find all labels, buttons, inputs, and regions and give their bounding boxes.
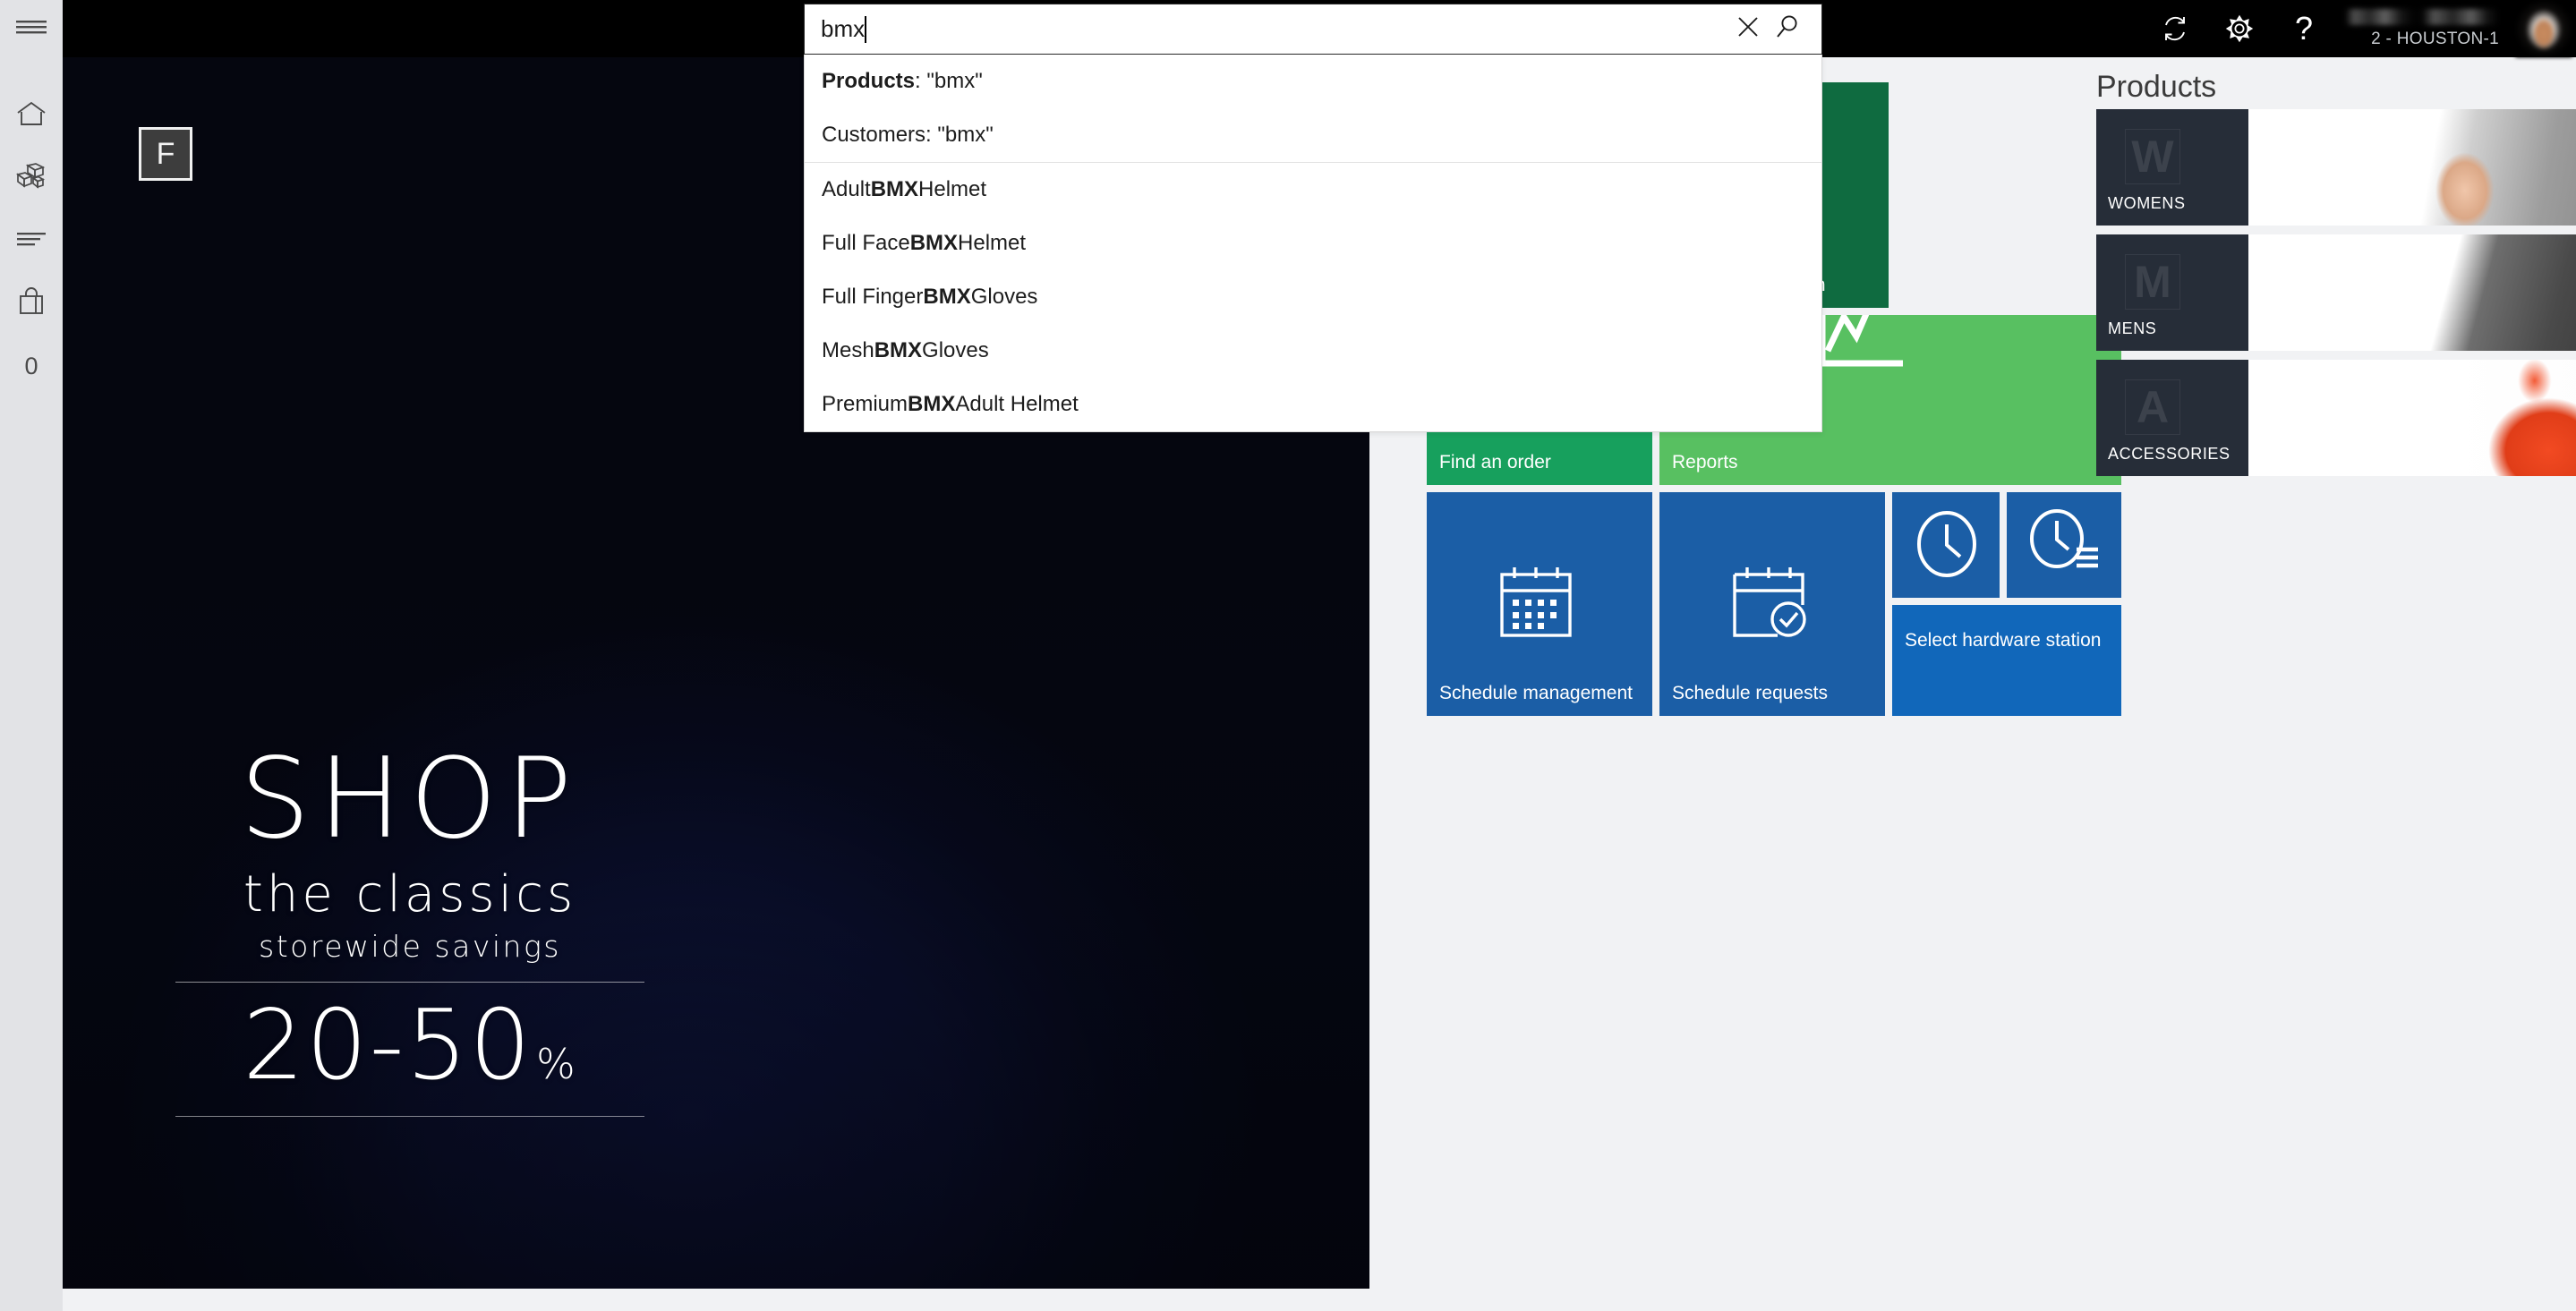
search-suggestions-dropdown: Products: "bmx" Customers: "bmx" Adult B… xyxy=(804,55,1822,432)
cart-count-badge[interactable]: 0 xyxy=(0,335,63,397)
tile-time-clock[interactable] xyxy=(1892,492,2000,598)
global-search: bmx Products: "bmx" Customers: "bmx" Adu… xyxy=(804,4,1822,432)
product-card-womens[interactable]: W WOMENS xyxy=(2096,109,2576,226)
calendar-check-icon xyxy=(1727,564,1812,645)
suggestion-bold: BMX xyxy=(874,338,923,362)
hero-discount: 20-50 % xyxy=(168,990,652,1102)
submit-search-button[interactable] xyxy=(1768,10,1807,49)
journal-icon xyxy=(17,231,46,251)
product-letter-badge: W xyxy=(2125,129,2180,184)
close-icon xyxy=(1736,15,1760,43)
products-panel-title: Products xyxy=(2096,70,2217,104)
suggestion-item[interactable]: Full Face BMX Helmet xyxy=(805,217,1821,270)
gear-icon xyxy=(2225,14,2254,43)
header-actions: ? 2 - HOUSTON-1 xyxy=(2143,0,2576,57)
suggestion-prefix: Full Face xyxy=(822,231,910,255)
sidebar-item-products[interactable] xyxy=(0,147,63,209)
chart-up-icon xyxy=(1813,315,1912,379)
product-photo-mens xyxy=(2248,234,2576,351)
product-photo-womens xyxy=(2248,109,2576,226)
suggestion-suffix: Gloves xyxy=(970,285,1038,309)
hero-subline-1: the classics xyxy=(243,865,577,924)
left-nav-rail: 0 xyxy=(0,0,63,1311)
suggestion-suffix: Customers: "bmx" xyxy=(822,123,994,147)
suggestion-products-scope[interactable]: Products: "bmx" xyxy=(805,55,1821,108)
sidebar-item-home[interactable] xyxy=(0,84,63,147)
rail-nav-group: 0 xyxy=(0,84,63,397)
suggestion-suffix: Helmet xyxy=(918,177,987,201)
settings-button[interactable] xyxy=(2207,0,2272,57)
suggestion-bold: BMX xyxy=(908,392,956,416)
suggestion-bold: BMX xyxy=(909,231,959,255)
product-thumbnail: A ACCESSORIES xyxy=(2096,360,2248,476)
product-photo-accessories xyxy=(2248,360,2576,476)
hero-copy: SHOP the classics storewide savings 20-5… xyxy=(168,735,652,1118)
suggestion-item[interactable]: Adult BMX Helmet xyxy=(805,163,1821,217)
refresh-button[interactable] xyxy=(2143,0,2207,57)
cart-count-value: 0 xyxy=(24,352,38,379)
tile-schedule-management-label: Schedule management xyxy=(1439,683,1633,704)
text-caret xyxy=(865,15,867,43)
calendar-grid-icon xyxy=(1495,564,1577,645)
suggestion-prefix: Adult xyxy=(822,177,871,201)
product-card-mens[interactable]: M MENS xyxy=(2096,234,2576,351)
clock-icon xyxy=(1914,508,1980,584)
products-panel: Products W WOMENS M MENS A ACCESSORIES xyxy=(2071,57,2576,1311)
suggestion-bold: BMX xyxy=(923,285,971,309)
suggestion-prefix: Full Finger xyxy=(822,285,924,309)
hero-badge: F xyxy=(139,127,192,181)
suggestion-prefix: Premium xyxy=(822,392,908,416)
tile-schedule-management[interactable]: Schedule management xyxy=(1427,492,1652,716)
products-icon xyxy=(15,162,47,194)
store-register-label: 2 - HOUSTON-1 xyxy=(2371,29,2499,48)
hamburger-icon xyxy=(16,20,47,44)
product-card-accessories[interactable]: A ACCESSORIES xyxy=(2096,360,2576,476)
cart-bag-icon xyxy=(18,286,45,320)
search-input-container[interactable]: bmx xyxy=(804,4,1822,55)
clear-search-button[interactable] xyxy=(1728,10,1768,49)
suggestion-item[interactable]: Premium BMX Adult Helmet xyxy=(805,378,1821,431)
suggestion-suffix: Helmet xyxy=(958,231,1027,255)
product-thumbnail: M MENS xyxy=(2096,234,2248,351)
product-letter-badge: M xyxy=(2125,254,2180,310)
sidebar-item-journal[interactable] xyxy=(0,209,63,272)
search-input[interactable]: bmx xyxy=(821,15,865,43)
suggestion-item[interactable]: Mesh BMX Gloves xyxy=(805,324,1821,378)
suggestion-bold: BMX xyxy=(870,177,919,201)
suggestion-customers-scope[interactable]: Customers: "bmx" xyxy=(805,108,1821,162)
user-name-redacted xyxy=(2345,8,2499,25)
suggestion-prefix: Mesh xyxy=(822,338,874,362)
search-icon xyxy=(1775,14,1800,44)
hero-divider-bottom xyxy=(175,1116,644,1118)
hero-subline-2: storewide savings xyxy=(259,929,561,965)
avatar[interactable] xyxy=(2515,0,2572,57)
tile-schedule-requests[interactable]: Schedule requests xyxy=(1659,492,1885,716)
product-letter-badge: A xyxy=(2125,379,2180,435)
tile-schedule-requests-label: Schedule requests xyxy=(1672,683,1828,704)
tile-find-order-label: Find an order xyxy=(1439,452,1551,473)
suggestion-item[interactable]: Full Finger BMX Gloves xyxy=(805,270,1821,324)
product-thumbnail: W WOMENS xyxy=(2096,109,2248,226)
hamburger-menu-button[interactable] xyxy=(0,0,63,63)
product-caption: ACCESSORIES xyxy=(2108,445,2231,463)
suggestion-suffix: : "bmx" xyxy=(915,69,983,93)
sidebar-item-cart[interactable] xyxy=(0,272,63,335)
hero-discount-percent: % xyxy=(536,1040,577,1089)
help-button[interactable]: ? xyxy=(2272,0,2336,57)
suggestion-bold: Products xyxy=(822,69,916,93)
refresh-icon xyxy=(2161,14,2189,43)
hero-headline: SHOP xyxy=(239,735,581,864)
help-icon: ? xyxy=(2294,10,2314,47)
hero-discount-range: 20-50 xyxy=(243,990,533,1102)
product-caption: WOMENS xyxy=(2108,194,2186,212)
home-icon xyxy=(16,100,47,132)
user-account-block[interactable]: 2 - HOUSTON-1 xyxy=(2336,0,2515,57)
tile-reports-label: Reports xyxy=(1672,452,1738,473)
suggestion-suffix: Gloves xyxy=(922,338,989,362)
hero-divider-top xyxy=(175,982,644,983)
suggestion-suffix: Adult Helmet xyxy=(955,392,1079,416)
product-caption: MENS xyxy=(2108,319,2157,337)
